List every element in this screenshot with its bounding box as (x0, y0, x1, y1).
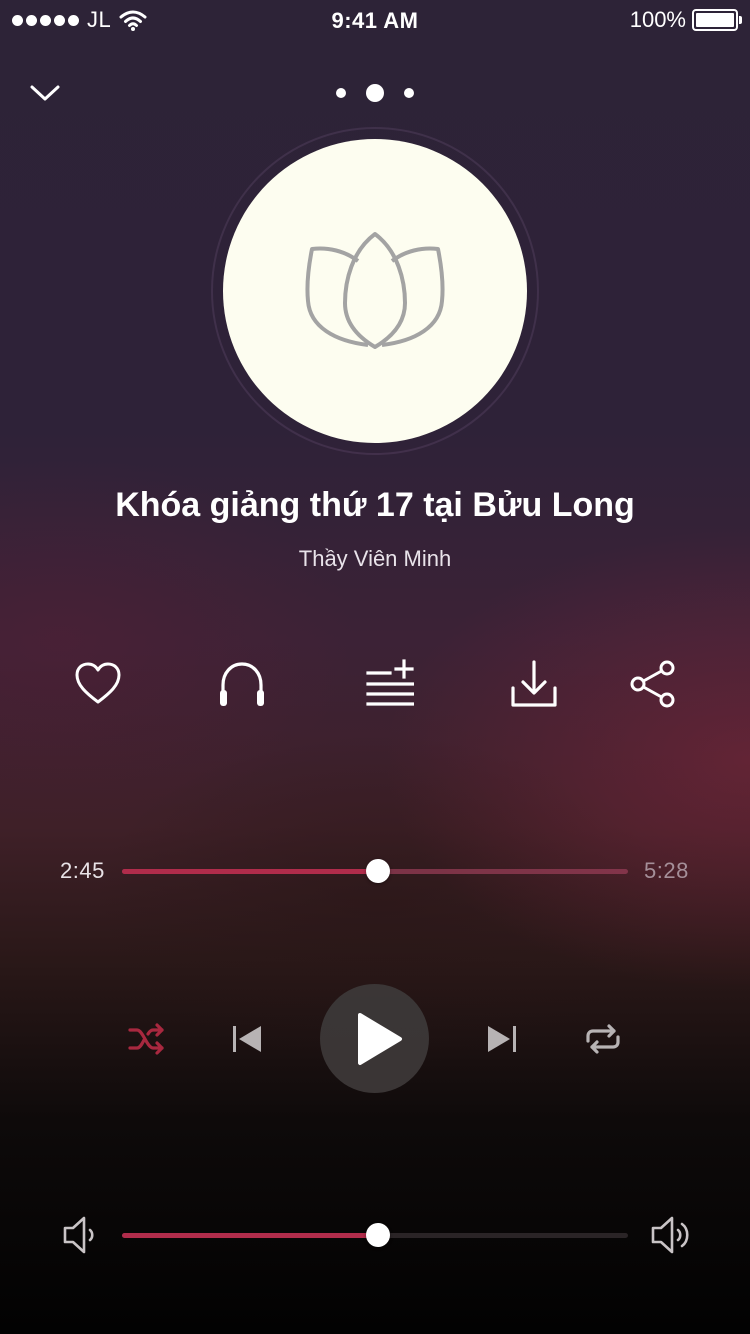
next-icon (488, 1026, 516, 1052)
progress-slider[interactable] (122, 859, 628, 883)
progress-fill (122, 869, 378, 874)
page-dot-1[interactable] (336, 88, 346, 98)
page-dot-2-active[interactable] (366, 84, 384, 102)
total-time: 5:28 (644, 858, 689, 883)
volume-low-icon (63, 1216, 94, 1254)
track-title: Khóa giảng thứ 17 tại Bửu Long (115, 486, 635, 524)
volume-high-icon (651, 1216, 689, 1254)
volume-slider[interactable] (122, 1223, 628, 1247)
volume-low-button[interactable] (56, 1212, 104, 1258)
repeat-button[interactable] (578, 1014, 628, 1064)
battery-percentage: 100% (629, 7, 686, 32)
chevron-down-icon (30, 85, 60, 101)
volume-thumb[interactable] (365, 1223, 390, 1247)
collapse-button[interactable] (25, 76, 65, 110)
volume-high-button[interactable] (646, 1212, 694, 1258)
status-right: 100% (629, 7, 742, 32)
download-icon (511, 660, 557, 707)
add-to-playlist-button[interactable] (358, 654, 418, 714)
status-bar: JL 9:41 AM 100% (0, 0, 750, 42)
share-button[interactable] (622, 654, 682, 714)
add-to-playlist-icon (366, 659, 414, 706)
shuffle-button[interactable] (122, 1014, 172, 1064)
download-button[interactable] (504, 654, 564, 714)
page-indicator (330, 82, 420, 104)
volume-fill (122, 1233, 378, 1238)
battery-icon (692, 9, 742, 31)
previous-icon (233, 1026, 261, 1052)
play-icon (357, 1012, 402, 1065)
progress-thumb[interactable] (365, 859, 390, 883)
page-dot-3[interactable] (404, 88, 414, 98)
previous-button[interactable] (222, 1014, 272, 1064)
next-button[interactable] (477, 1014, 527, 1064)
share-icon (630, 660, 675, 708)
favorite-button[interactable] (68, 654, 128, 714)
play-button[interactable] (320, 984, 429, 1093)
elapsed-time: 2:45 (60, 858, 105, 883)
repeat-icon (586, 1024, 620, 1054)
lotus-icon (305, 232, 445, 349)
heart-icon (75, 662, 121, 704)
listen-button[interactable] (212, 654, 272, 714)
shuffle-icon (128, 1023, 164, 1055)
artwork-disc (223, 139, 527, 443)
headphones-icon (220, 662, 264, 706)
battery-fill (696, 13, 734, 27)
track-artist[interactable]: Thầy Viên Minh (0, 546, 750, 572)
